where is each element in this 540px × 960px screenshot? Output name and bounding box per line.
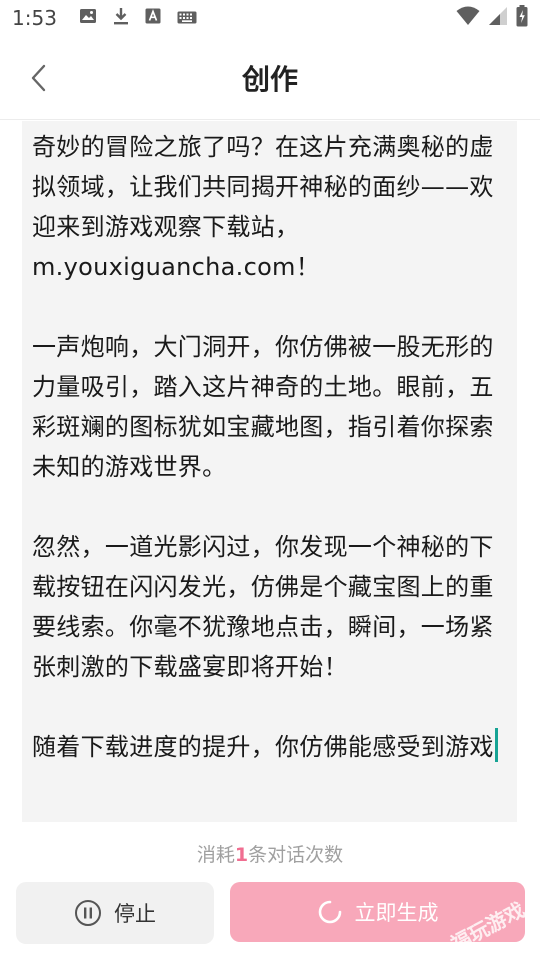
app-header: 创作 (0, 36, 540, 120)
stop-button[interactable]: 停止 (16, 882, 214, 944)
paragraph-4-text: 随着下载进度的提升，你仿佛能感受到游戏 (32, 733, 494, 761)
status-time: 1:53 (12, 6, 57, 30)
download-icon (113, 7, 129, 29)
status-system-icons (456, 5, 528, 31)
font-icon (145, 8, 161, 28)
page-title: 创作 (241, 63, 298, 96)
usage-note: 消耗1条对话次数 (0, 840, 540, 867)
paragraph-3: 忽然，一道光影闪过，你发现一个神秘的下载按钮在闪闪发光，仿佛是个藏宝图上的重要线… (32, 533, 494, 681)
signal-icon (488, 6, 508, 30)
usage-prefix: 消耗 (196, 844, 235, 866)
status-bar: 1:53 (0, 0, 540, 36)
stop-button-label: 停止 (114, 902, 156, 926)
usage-count: 1 (234, 844, 249, 866)
loading-spinner-icon (318, 900, 341, 924)
image-icon (79, 8, 97, 28)
generate-button-label: 立即生成 (354, 901, 439, 925)
text-caret (494, 728, 498, 762)
paragraph-1: 奇妙的冒险之旅了吗？在这片充满奥秘的虚拟领域，让我们共同揭开神秘的面纱——欢迎来… (32, 133, 494, 281)
status-notification-icons (79, 7, 197, 29)
generate-button[interactable]: 立即生成 福玩游戏 (230, 882, 525, 942)
generated-text-area[interactable]: 奇妙的冒险之旅了吗？在这片充满奥秘的虚拟领域，让我们共同揭开神秘的面纱——欢迎来… (22, 121, 517, 822)
usage-suffix: 条对话次数 (248, 844, 344, 866)
keyboard-icon (177, 9, 197, 28)
watermark: 福玩游戏 (446, 897, 525, 942)
pause-icon (75, 900, 101, 926)
paragraph-2: 一声炮响，大门洞开，你仿佛被一股无形的力量吸引，踏入这片神奇的土地。眼前，五彩斑… (32, 333, 494, 481)
paragraph-4: 随着下载进度的提升，你仿佛能感受到游戏 (32, 727, 507, 767)
battery-icon (516, 5, 528, 31)
wifi-icon (456, 6, 480, 30)
